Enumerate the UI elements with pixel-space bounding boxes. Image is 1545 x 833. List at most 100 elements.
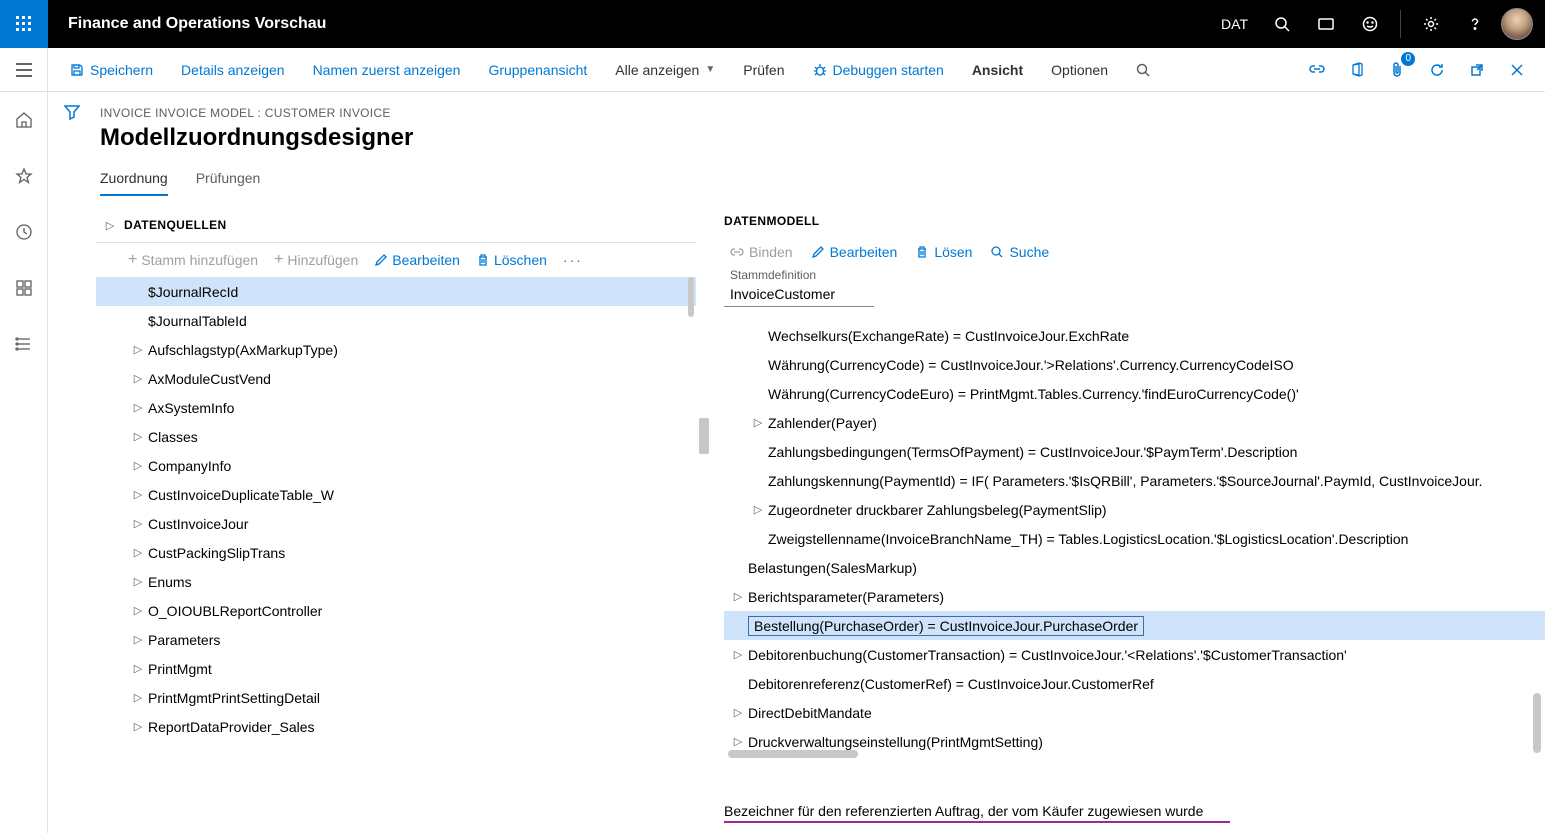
- debug-start-button[interactable]: Debuggen starten: [799, 48, 958, 92]
- recent-icon[interactable]: [8, 216, 40, 248]
- user-avatar[interactable]: [1501, 8, 1533, 40]
- tree-row[interactable]: ▷$JournalTableId: [96, 306, 696, 335]
- app-launcher-button[interactable]: [0, 0, 48, 48]
- chevron-right-icon[interactable]: ▷: [128, 401, 148, 414]
- app-title: Finance and Operations Vorschau: [48, 15, 326, 33]
- command-search-button[interactable]: [1122, 48, 1164, 92]
- tree-row[interactable]: ▷Währung(CurrencyCodeEuro) = PrintMgmt.T…: [724, 379, 1545, 408]
- chevron-right-icon[interactable]: ▷: [128, 546, 148, 559]
- chevron-right-icon[interactable]: ▷: [128, 343, 148, 356]
- scrollbar-vertical[interactable]: [1533, 693, 1541, 753]
- delete-button[interactable]: Löschen: [476, 252, 547, 268]
- names-first-button[interactable]: Namen zuerst anzeigen: [299, 48, 475, 92]
- modules-icon[interactable]: [8, 328, 40, 360]
- popout-icon[interactable]: [1461, 54, 1493, 86]
- messages-icon[interactable]: [1308, 0, 1344, 48]
- tab-mapping[interactable]: Zuordnung: [100, 170, 168, 196]
- add-button[interactable]: +Hinzufügen: [274, 251, 358, 269]
- show-all-dropdown[interactable]: Alle anzeigen▼: [601, 48, 729, 92]
- tree-row[interactable]: ▷Classes: [96, 422, 696, 451]
- tree-row[interactable]: ▷Zahlungsbedingungen(TermsOfPayment) = C…: [724, 437, 1545, 466]
- company-code[interactable]: DAT: [1213, 16, 1256, 32]
- link-icon[interactable]: [1301, 54, 1333, 86]
- tree-row[interactable]: ▷Bestellung(PurchaseOrder) = CustInvoice…: [724, 611, 1545, 640]
- validate-button[interactable]: Prüfen: [729, 48, 798, 92]
- chevron-right-icon[interactable]: ▷: [728, 735, 748, 748]
- chevron-right-icon[interactable]: ▷: [128, 662, 148, 675]
- tree-row[interactable]: ▷Berichtsparameter(Parameters): [724, 582, 1545, 611]
- tree-row[interactable]: ▷AxModuleCustVend: [96, 364, 696, 393]
- tree-row[interactable]: ▷Parameters: [96, 625, 696, 654]
- chevron-right-icon[interactable]: ▷: [748, 416, 768, 429]
- search-icon[interactable]: [1264, 0, 1300, 48]
- tree-row[interactable]: ▷ReportDataProvider_Sales: [96, 712, 696, 741]
- tree-row[interactable]: ▷Belastungen(SalesMarkup): [724, 553, 1545, 582]
- tree-row[interactable]: ▷Währung(CurrencyCode) = CustInvoiceJour…: [724, 350, 1545, 379]
- scrollbar-vertical[interactable]: [686, 277, 696, 833]
- show-details-button[interactable]: Details anzeigen: [167, 48, 299, 92]
- tab-validations[interactable]: Prüfungen: [196, 170, 261, 196]
- refresh-icon[interactable]: [1421, 54, 1453, 86]
- home-icon[interactable]: [8, 104, 40, 136]
- chevron-right-icon[interactable]: ▷: [128, 720, 148, 733]
- chevron-right-icon[interactable]: ▷: [128, 430, 148, 443]
- close-icon[interactable]: [1501, 54, 1533, 86]
- more-actions-button[interactable]: ···: [563, 252, 583, 268]
- group-view-button[interactable]: Gruppenansicht: [474, 48, 601, 92]
- tree-row[interactable]: ▷Enums: [96, 567, 696, 596]
- chevron-right-icon[interactable]: ▷: [128, 488, 148, 501]
- tree-row[interactable]: ▷CustInvoiceDuplicateTable_W: [96, 480, 696, 509]
- tree-row[interactable]: ▷Zugeordneter druckbarer Zahlungsbeleg(P…: [724, 495, 1545, 524]
- scrollbar-horizontal[interactable]: [728, 750, 858, 758]
- chevron-right-icon[interactable]: ▷: [128, 575, 148, 588]
- root-definition-value[interactable]: InvoiceCustomer: [724, 282, 874, 307]
- chevron-right-icon[interactable]: ▷: [728, 706, 748, 719]
- tree-row[interactable]: ▷Debitorenreferenz(CustomerRef) = CustIn…: [724, 669, 1545, 698]
- chevron-right-icon[interactable]: ▷: [128, 604, 148, 617]
- tree-row[interactable]: ▷PrintMgmtPrintSettingDetail: [96, 683, 696, 712]
- tree-row[interactable]: ▷O_OIOUBLReportController: [96, 596, 696, 625]
- tree-row[interactable]: ▷CustInvoiceJour: [96, 509, 696, 538]
- emoji-icon[interactable]: [1352, 0, 1388, 48]
- tree-row[interactable]: ▷CustPackingSlipTrans: [96, 538, 696, 567]
- tree-item-label: ReportDataProvider_Sales: [148, 719, 315, 735]
- workspaces-icon[interactable]: [8, 272, 40, 304]
- nav-hamburger-button[interactable]: [0, 48, 48, 91]
- tree-row[interactable]: ▷$JournalRecId: [96, 277, 696, 306]
- chevron-right-icon[interactable]: ▷: [128, 372, 148, 385]
- chevron-right-icon[interactable]: ▷: [128, 633, 148, 646]
- office-icon[interactable]: [1341, 54, 1373, 86]
- edit-button[interactable]: Bearbeiten: [374, 252, 460, 268]
- chevron-right-icon[interactable]: ▷: [128, 691, 148, 704]
- attachments-icon[interactable]: 0: [1381, 54, 1413, 86]
- chevron-right-icon[interactable]: ▷: [128, 459, 148, 472]
- settings-icon[interactable]: [1413, 0, 1449, 48]
- tree-row[interactable]: ▷Zahlender(Payer): [724, 408, 1545, 437]
- options-menu[interactable]: Optionen: [1037, 48, 1122, 92]
- tree-row[interactable]: ▷Zahlungskennung(PaymentId) = IF( Parame…: [724, 466, 1545, 495]
- chevron-right-icon[interactable]: ▷: [728, 648, 748, 661]
- bind-button[interactable]: Binden: [730, 244, 793, 260]
- edit-button[interactable]: Bearbeiten: [811, 244, 898, 260]
- tree-row[interactable]: ▷PrintMgmt: [96, 654, 696, 683]
- chevron-right-icon[interactable]: ▷: [128, 517, 148, 530]
- view-menu[interactable]: Ansicht: [958, 48, 1037, 92]
- chevron-right-icon[interactable]: ▷: [748, 503, 768, 516]
- search-button[interactable]: Suche: [990, 244, 1049, 260]
- tree-row[interactable]: ▷Aufschlagstyp(AxMarkupType): [96, 335, 696, 364]
- tree-row[interactable]: ▷CompanyInfo: [96, 451, 696, 480]
- tree-row[interactable]: ▷Debitorenbuchung(CustomerTransaction) =…: [724, 640, 1545, 669]
- help-icon[interactable]: [1457, 0, 1493, 48]
- pane-collapse-icon[interactable]: ▷: [96, 219, 124, 232]
- tree-row[interactable]: ▷DirectDebitMandate: [724, 698, 1545, 727]
- add-root-button[interactable]: +Stamm hinzufügen: [128, 251, 258, 269]
- splitter-handle[interactable]: [699, 418, 709, 454]
- save-button[interactable]: Speichern: [56, 48, 167, 92]
- favorites-icon[interactable]: [8, 160, 40, 192]
- tree-row[interactable]: ▷Wechselkurs(ExchangeRate) = CustInvoice…: [724, 321, 1545, 350]
- tree-row[interactable]: ▷Zweigstellenname(InvoiceBranchName_TH) …: [724, 524, 1545, 553]
- filter-icon[interactable]: [64, 104, 80, 833]
- chevron-right-icon[interactable]: ▷: [728, 590, 748, 603]
- tree-row[interactable]: ▷AxSystemInfo: [96, 393, 696, 422]
- unbind-button[interactable]: Lösen: [915, 244, 972, 260]
